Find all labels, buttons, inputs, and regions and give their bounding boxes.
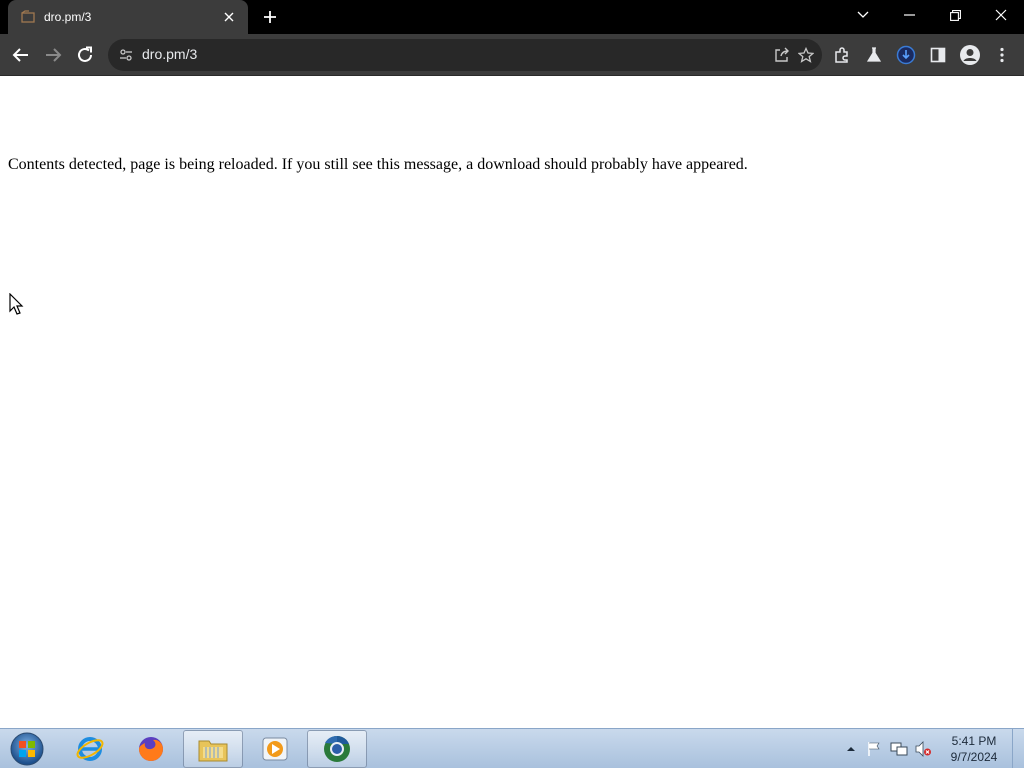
clock-time: 5:41 PM (951, 734, 997, 748)
taskbar-media-player[interactable] (245, 730, 305, 768)
site-info-icon[interactable] (118, 47, 134, 63)
taskbar-windows-explorer[interactable] (183, 730, 243, 768)
show-desktop-button[interactable] (1012, 729, 1024, 768)
network-icon[interactable] (890, 740, 908, 758)
taskbar-chrome[interactable] (307, 730, 367, 768)
page-content: Contents detected, page is being reloade… (0, 77, 1024, 728)
more-menu-icon[interactable] (989, 42, 1015, 68)
firefox-icon (139, 737, 163, 761)
reload-message: Contents detected, page is being reloade… (8, 156, 748, 173)
taskbar-firefox[interactable] (121, 730, 181, 768)
taskbar-internet-explorer[interactable] (60, 730, 120, 768)
labs-flask-icon[interactable] (861, 42, 887, 68)
profile-avatar-icon[interactable] (957, 42, 983, 68)
folder-icon (198, 740, 228, 762)
close-window-button[interactable] (978, 0, 1024, 30)
forward-button[interactable] (40, 42, 66, 68)
mouse-cursor-icon (9, 293, 24, 315)
share-icon[interactable] (771, 44, 793, 66)
chrome-icon (324, 735, 350, 762)
browser-toolbar: dro.pm/3 (0, 34, 1024, 76)
minimize-button[interactable] (886, 0, 932, 30)
extensions-icon[interactable] (829, 42, 855, 68)
restore-button[interactable] (932, 0, 978, 30)
bookmark-star-icon[interactable] (795, 44, 817, 66)
extension-download-icon[interactable] (893, 42, 919, 68)
tab-strip: dro.pm/3 (0, 0, 1024, 34)
action-center-flag-icon[interactable] (865, 740, 883, 758)
start-button[interactable] (4, 730, 50, 768)
windows-taskbar: 5:41 PM 9/7/2024 (0, 728, 1024, 768)
side-panel-icon[interactable] (925, 42, 951, 68)
address-bar[interactable]: dro.pm/3 (108, 39, 822, 71)
page-favicon-icon (20, 9, 36, 25)
internet-explorer-icon (76, 737, 104, 761)
tab-search-icon[interactable] (840, 0, 886, 30)
volume-muted-icon[interactable] (914, 740, 932, 758)
new-tab-button[interactable] (260, 7, 280, 27)
media-player-icon (262, 737, 288, 761)
browser-tab[interactable]: dro.pm/3 (8, 0, 248, 34)
url-text[interactable]: dro.pm/3 (142, 46, 197, 62)
show-hidden-icons-arrow[interactable] (842, 740, 860, 758)
back-button[interactable] (8, 42, 34, 68)
system-clock[interactable]: 5:41 PM 9/7/2024 (944, 733, 1004, 765)
reload-button[interactable] (72, 42, 98, 68)
tab-close-icon[interactable] (220, 8, 238, 26)
tab-title: dro.pm/3 (44, 10, 92, 24)
clock-date: 9/7/2024 (950, 750, 998, 764)
